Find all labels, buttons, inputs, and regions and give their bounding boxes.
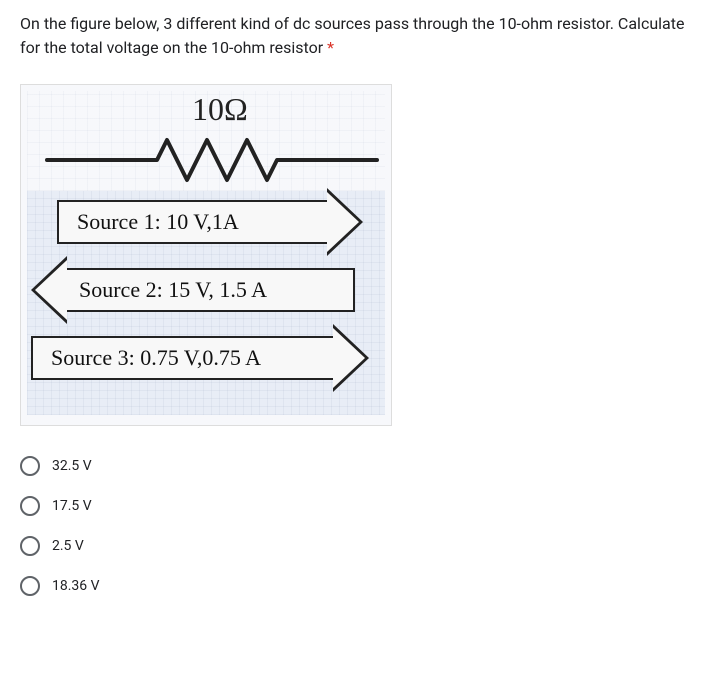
answer-options: 32.5 V 17.5 V 2.5 V 18.36 V (20, 446, 698, 606)
resistor-icon (27, 135, 387, 185)
arrow-left-icon (31, 256, 67, 324)
source-1-label: Source 1: 10 V,1A (77, 209, 239, 235)
question-text: On the figure below, 3 different kind of… (20, 12, 698, 60)
question-body: On the figure below, 3 different kind of… (20, 14, 684, 57)
option-4[interactable]: 18.36 V (20, 566, 698, 606)
arrow-right-icon (327, 188, 363, 256)
source-3-arrow: Source 3: 0.75 V,0.75 A (31, 335, 381, 395)
required-asterisk: * (323, 38, 334, 57)
option-2[interactable]: 17.5 V (20, 486, 698, 526)
option-label: 2.5 V (52, 538, 84, 554)
source-3-label: Source 3: 0.75 V,0.75 A (51, 345, 261, 371)
sources-arrows-area: Source 1: 10 V,1A Source 2: 15 V, 1.5 A … (27, 191, 385, 415)
source-2-label: Source 2: 15 V, 1.5 A (79, 277, 267, 303)
option-3[interactable]: 2.5 V (20, 526, 698, 566)
radio-icon (20, 536, 40, 556)
radio-icon (20, 496, 40, 516)
resistor-value-label: 10Ω (192, 91, 248, 128)
resistor-area: 10Ω (27, 91, 385, 191)
option-1[interactable]: 32.5 V (20, 446, 698, 486)
circuit-figure: 10Ω Source 1: 10 V,1A Source 2: 15 V, 1.… (20, 84, 392, 426)
option-label: 17.5 V (52, 498, 92, 514)
arrow-right-icon (333, 324, 369, 392)
option-label: 18.36 V (52, 578, 100, 594)
radio-icon (20, 576, 40, 596)
source-1-arrow: Source 1: 10 V,1A (31, 199, 381, 259)
source-2-arrow: Source 2: 15 V, 1.5 A (31, 267, 381, 327)
option-label: 32.5 V (52, 458, 92, 474)
radio-icon (20, 456, 40, 476)
